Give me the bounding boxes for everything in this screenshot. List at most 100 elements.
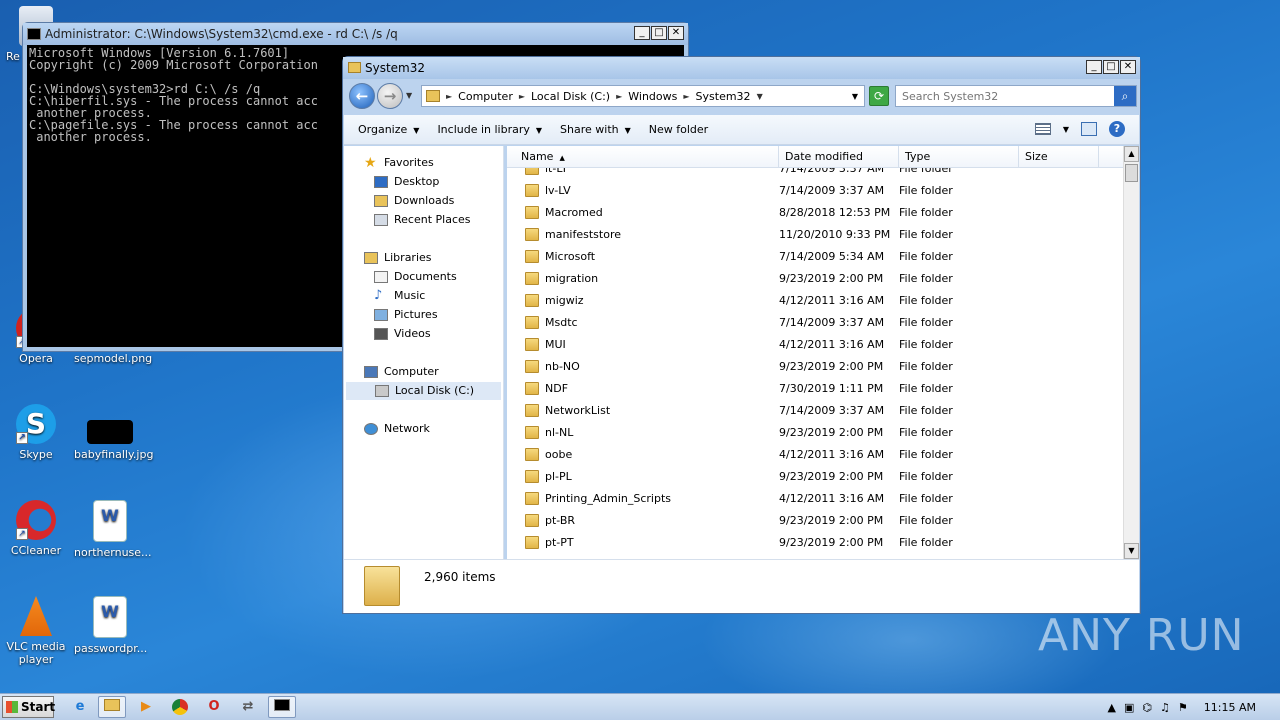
close-button[interactable]: ✕ [1120, 60, 1136, 74]
table-row[interactable]: Printing_Admin_Scripts 4/12/2011 3:16 AM F… [507, 487, 1123, 509]
table-row[interactable]: nb-NO 9/23/2019 2:00 PM File folder [507, 355, 1123, 377]
file-rows: lt-LT 7/14/2009 3:37 AM File folder lv-LV 7/… [507, 168, 1123, 559]
share-with-button[interactable]: Share with ▼ [560, 123, 631, 136]
breadcrumb-computer[interactable]: Computer [458, 90, 513, 103]
column-header-size[interactable]: Size [1019, 146, 1099, 168]
explorer-taskbar-icon[interactable] [98, 696, 126, 718]
column-header-name[interactable]: Name ▲ [507, 146, 779, 168]
table-row[interactable]: NDF 7/30/2019 1:11 PM File folder [507, 377, 1123, 399]
chevron-down-icon[interactable]: ▼ [1063, 125, 1069, 134]
chevron-right-icon[interactable]: ► [683, 92, 689, 101]
table-row[interactable]: oobe 4/12/2011 3:16 AM File folder [507, 443, 1123, 465]
nav-local-disk[interactable]: Local Disk (C:) [346, 382, 501, 400]
table-row[interactable]: lv-LV 7/14/2009 3:37 AM File folder [507, 179, 1123, 201]
minimize-button[interactable]: _ [634, 26, 650, 40]
desktop-icon-ccleaner[interactable]: ↗ CCleaner [0, 500, 72, 557]
table-row[interactable]: pt-BR 9/23/2019 2:00 PM File folder [507, 509, 1123, 531]
table-row[interactable]: nl-NL 9/23/2019 2:00 PM File folder [507, 421, 1123, 443]
search-icon[interactable]: ⌕ [1114, 86, 1136, 106]
table-row[interactable]: NetworkList 7/14/2009 3:37 AM File folder [507, 399, 1123, 421]
nav-downloads[interactable]: Downloads [374, 192, 454, 210]
table-row[interactable]: migration 9/23/2019 2:00 PM File folder [507, 267, 1123, 289]
folder-icon [525, 381, 539, 395]
column-header-date[interactable]: Date modified [779, 146, 899, 168]
chrome-icon[interactable] [166, 696, 194, 718]
nav-videos[interactable]: Videos [374, 325, 431, 343]
nav-pictures[interactable]: Pictures [374, 306, 438, 324]
folder-icon [525, 447, 539, 461]
tray-app-icon[interactable]: ▣ [1124, 701, 1134, 714]
media-player-icon[interactable]: ▶ [132, 696, 160, 718]
table-row[interactable]: Macromed 8/28/2018 12:53 PM File folder [507, 201, 1123, 223]
nav-network[interactable]: Network [364, 420, 430, 438]
nav-computer[interactable]: Computer [364, 363, 439, 381]
scroll-thumb[interactable] [1125, 164, 1138, 182]
nav-recent-places[interactable]: Recent Places [374, 211, 471, 229]
recent-pages-dropdown-icon[interactable]: ▼ [406, 91, 412, 100]
back-button[interactable]: ← [349, 83, 375, 109]
nav-libraries[interactable]: Libraries [364, 249, 432, 267]
desktop-icon-passwordpr[interactable]: W passwordpr... [74, 596, 147, 655]
clock[interactable]: 11:15 AM [1204, 701, 1256, 714]
address-history-dropdown-icon[interactable]: ▼ [852, 92, 858, 101]
search-input[interactable] [896, 86, 1106, 106]
table-row[interactable]: MUI 4/12/2011 3:16 AM File folder [507, 333, 1123, 355]
address-bar[interactable]: ► Computer ► Local Disk (C:) ► Windows ►… [421, 85, 865, 107]
maximize-button[interactable]: □ [1103, 60, 1119, 74]
new-folder-button[interactable]: New folder [649, 123, 708, 136]
search-box[interactable]: ⌕ [895, 85, 1137, 107]
table-row[interactable]: manifeststore 11/20/2010 9:33 PM File fold… [507, 223, 1123, 245]
explorer-title-bar[interactable]: System32 _ □ ✕ [343, 57, 1140, 79]
volume-icon[interactable]: ♫ [1160, 701, 1170, 714]
preview-pane-icon[interactable] [1081, 122, 1097, 136]
scroll-down-button[interactable]: ▼ [1124, 543, 1139, 559]
opera-taskbar-icon[interactable]: O [200, 696, 228, 718]
refresh-button[interactable]: ⟳ [869, 86, 889, 106]
breadcrumb-system32[interactable]: System32 [696, 90, 751, 103]
close-button[interactable]: ✕ [668, 26, 684, 40]
desktop-icon-babyfinally[interactable]: babyfinally.jpg [74, 404, 153, 461]
table-row[interactable]: migwiz 4/12/2011 3:16 AM File folder [507, 289, 1123, 311]
start-button[interactable]: Start [2, 696, 55, 718]
cmd-title-bar[interactable]: Administrator: C:\Windows\System32\cmd.e… [23, 23, 688, 45]
nav-favorites[interactable]: ★ Favorites [364, 154, 434, 172]
table-row[interactable]: lt-LT 7/14/2009 3:37 AM File folder [507, 168, 1123, 179]
chevron-right-icon[interactable]: ► [446, 92, 452, 101]
scroll-up-button[interactable]: ▲ [1124, 146, 1139, 162]
network-status-icon[interactable]: ⌬ [1142, 701, 1152, 714]
desktop-icon-vlc[interactable]: VLC media player [0, 596, 72, 666]
nav-desktop[interactable]: Desktop [374, 173, 439, 191]
table-row[interactable]: pl-PL 9/23/2019 2:00 PM File folder [507, 465, 1123, 487]
minimize-button[interactable]: _ [1086, 60, 1102, 74]
chevron-right-icon[interactable]: ► [519, 92, 525, 101]
nav-music[interactable]: ♪ Music [374, 287, 425, 305]
explorer-window[interactable]: System32 _ □ ✕ ← → ▼ ► Computer ► Local … [342, 56, 1141, 614]
breadcrumb-local-disk[interactable]: Local Disk (C:) [531, 90, 610, 103]
change-view-icon[interactable] [1034, 123, 1051, 135]
maximize-button[interactable]: □ [651, 26, 667, 40]
desktop-icon-skype[interactable]: S ↗ Skype [0, 404, 72, 461]
show-hidden-icons-icon[interactable]: ▲ [1108, 701, 1116, 714]
internet-explorer-icon[interactable]: e [66, 696, 94, 718]
cmd-taskbar-icon[interactable] [268, 696, 296, 718]
chevron-down-icon[interactable]: ▼ [757, 92, 763, 101]
nav-documents[interactable]: Documents [374, 268, 457, 286]
chevron-right-icon[interactable]: ► [616, 92, 622, 101]
vertical-scrollbar[interactable]: ▲ ▼ [1123, 146, 1139, 559]
folder-icon [525, 271, 539, 285]
table-row[interactable]: Msdtc 7/14/2009 3:37 AM File folder [507, 311, 1123, 333]
action-center-flag-icon[interactable]: ⚑ [1178, 701, 1188, 714]
include-in-library-button[interactable]: Include in library ▼ [437, 123, 542, 136]
shortcut-arrow-icon: ↗ [16, 528, 28, 540]
organize-button[interactable]: Organize ▼ [358, 123, 419, 136]
table-row[interactable]: pt-PT 9/23/2019 2:00 PM File folder [507, 531, 1123, 553]
column-header-type[interactable]: Type [899, 146, 1019, 168]
file-name-cell: pt-BR [507, 513, 779, 527]
network-share-icon[interactable]: ⇄ [234, 696, 262, 718]
breadcrumb-windows[interactable]: Windows [628, 90, 677, 103]
help-icon[interactable]: ? [1109, 121, 1125, 137]
file-name: pt-BR [545, 513, 576, 527]
table-row[interactable]: Microsoft 7/14/2009 5:34 AM File folder [507, 245, 1123, 267]
desktop-icon-northernuse[interactable]: W northernuse... [74, 500, 152, 559]
forward-button[interactable]: → [377, 83, 403, 109]
